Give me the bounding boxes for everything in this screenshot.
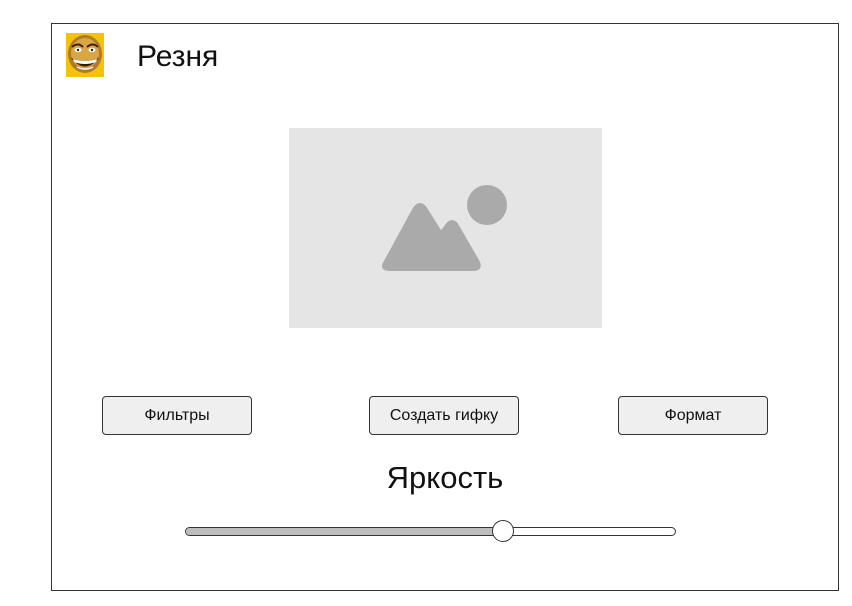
format-button[interactable]: Формат [618,396,768,435]
image-preview[interactable] [289,128,602,328]
filters-button[interactable]: Фильтры [102,396,252,435]
create-gif-button[interactable]: Создать гифку [369,396,519,435]
brightness-slider[interactable] [185,520,676,542]
app-title: Резня [137,40,219,73]
app-window: Резня Фильтры Создать гифку Формат Яркос… [51,23,839,591]
troll-face-icon [66,33,104,77]
brightness-label: Яркость [386,460,504,495]
slider-fill [186,528,503,535]
image-placeholder-icon [381,185,507,271]
slider-thumb[interactable] [491,520,514,542]
